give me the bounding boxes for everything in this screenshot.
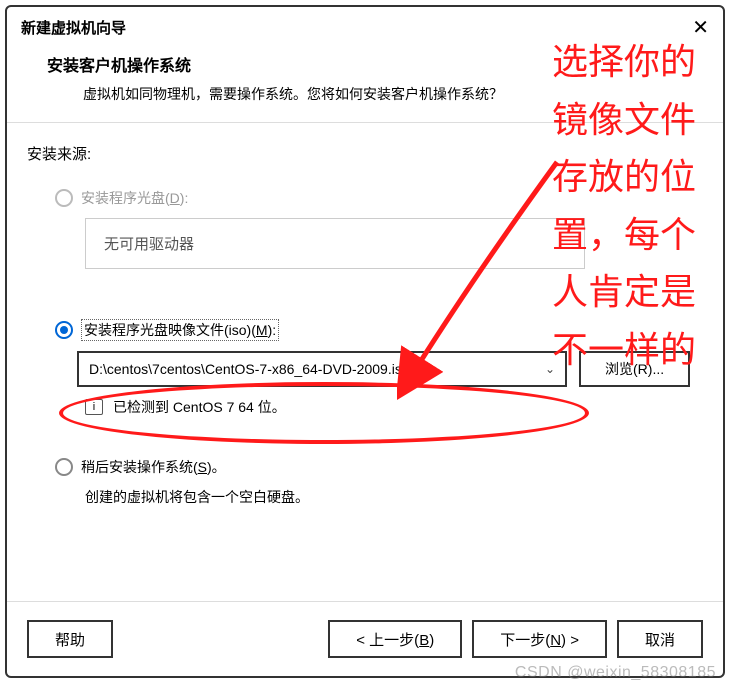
radio-later-label: 稍后安装操作系统(S)。 (81, 457, 226, 477)
page-title: 安装客户机操作系统 (47, 52, 683, 76)
radio-install-later[interactable]: 稍后安装操作系统(S)。 (27, 457, 703, 477)
wizard-header: 安装客户机操作系统 虚拟机如同物理机，需要操作系统。您将如何安装客户机操作系统？ (7, 46, 723, 122)
install-source-label: 安装来源: (27, 143, 703, 164)
help-button[interactable]: 帮助 (27, 620, 113, 658)
cancel-button[interactable]: 取消 (617, 620, 703, 658)
detected-os-text: 已检测到 CentOS 7 64 位。 (113, 397, 286, 417)
chevron-down-icon: ⌄ (545, 362, 555, 376)
later-note: 创建的虚拟机将包含一个空白硬盘。 (85, 487, 703, 507)
info-icon: i (85, 399, 103, 415)
watermark: CSDN @weixin_58308185 (515, 664, 716, 682)
next-button[interactable]: 下一步(N) > (472, 620, 607, 658)
close-icon[interactable]: ✕ (692, 18, 709, 38)
titlebar: 新建虚拟机向导 ✕ (7, 7, 723, 46)
browse-button[interactable]: 浏览(R)... (579, 351, 690, 387)
radio-icon (55, 189, 73, 207)
radio-iso-label: 安装程序光盘映像文件(iso)(M): (81, 319, 279, 341)
back-button[interactable]: < 上一步(B) (328, 620, 462, 658)
window-title: 新建虚拟机向导 (21, 17, 126, 38)
content-area: 安装来源: 安装程序光盘(D): 无可用驱动器 安装程序光盘映像文件(iso)(… (7, 123, 723, 601)
iso-path-value: D:\centos\7centos\CentOS-7-x86_64-DVD-20… (89, 361, 410, 377)
radio-iso-file[interactable]: 安装程序光盘映像文件(iso)(M): (27, 319, 703, 341)
iso-path-combobox[interactable]: D:\centos\7centos\CentOS-7-x86_64-DVD-20… (77, 351, 567, 387)
radio-disc-label: 安装程序光盘(D): (81, 188, 188, 208)
radio-icon (55, 321, 73, 339)
wizard-window: 新建虚拟机向导 ✕ 安装客户机操作系统 虚拟机如同物理机，需要操作系统。您将如何… (5, 5, 725, 678)
page-subtitle: 虚拟机如同物理机，需要操作系统。您将如何安装客户机操作系统？ (47, 84, 683, 104)
detected-os-row: i 已检测到 CentOS 7 64 位。 (85, 397, 703, 417)
radio-installer-disc: 安装程序光盘(D): (27, 188, 703, 208)
iso-path-row: D:\centos\7centos\CentOS-7-x86_64-DVD-20… (77, 351, 703, 387)
radio-icon (55, 458, 73, 476)
no-drive-box: 无可用驱动器 (85, 218, 585, 269)
